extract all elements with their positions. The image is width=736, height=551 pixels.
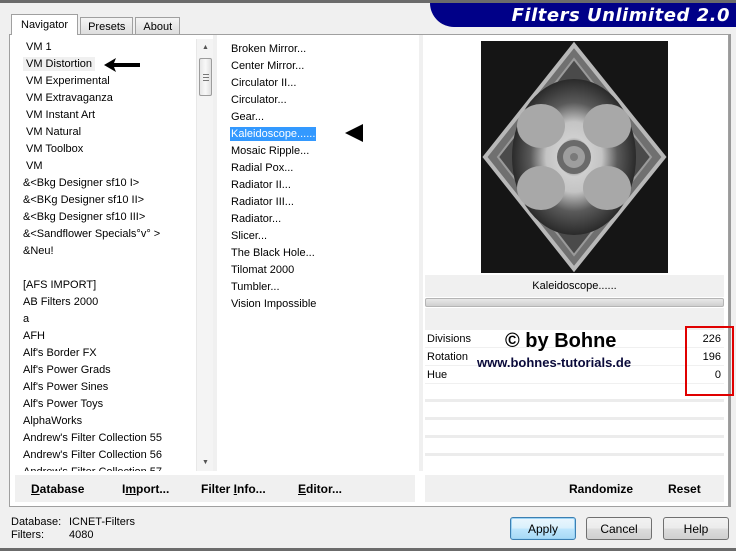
category-item[interactable]: VM Instant Art	[12, 107, 194, 124]
category-list[interactable]: VM 1 VM Distortion VM Experimental VM Extra…	[12, 39, 194, 471]
preview-button-bar: Randomize Reset	[425, 475, 724, 502]
filter-item[interactable]: Broken Mirror...	[228, 41, 413, 58]
preview-filter-name: Kaleidoscope......	[425, 275, 724, 297]
filter-item[interactable]: Radiator...	[228, 211, 413, 228]
app-banner: Filters Unlimited 2.0	[430, 3, 736, 27]
category-item[interactable]: Alf's Power Sines	[12, 379, 194, 396]
editor-button[interactable]: Editor...	[298, 482, 342, 496]
database-button[interactable]: Database	[31, 482, 84, 496]
filter-item[interactable]: Kaleidoscope......	[228, 126, 413, 143]
list-divider	[419, 35, 423, 471]
tab-bar: Navigator Presets About	[11, 14, 182, 35]
panel-shadow	[729, 34, 731, 507]
watermark-url: www.bohnes-tutorials.de	[477, 355, 632, 370]
category-item[interactable]: VM Natural	[12, 124, 194, 141]
category-item[interactable]: &<Bkg Designer sf10 I>	[12, 175, 194, 192]
help-button[interactable]: Help	[663, 517, 729, 540]
filter-item[interactable]: Slicer...	[228, 228, 413, 245]
category-item[interactable]: Andrew's Filter Collection 57	[12, 464, 194, 471]
list-divider	[213, 35, 217, 471]
database-label: Database:	[11, 516, 62, 528]
category-item[interactable]: &<BKg Designer sf10 II>	[12, 192, 194, 209]
filter-item[interactable]: Tumbler...	[228, 279, 413, 296]
filter-item[interactable]: Radial Pox...	[228, 160, 413, 177]
database-value: ICNET-Filters	[69, 516, 135, 528]
category-item[interactable]: &<Sandflower Specials°v° >	[12, 226, 194, 243]
param-label: Hue	[427, 369, 448, 381]
scroll-thumb[interactable]	[199, 58, 212, 96]
category-item[interactable]: Andrew's Filter Collection 55	[12, 430, 194, 447]
category-item[interactable]: VM Distortion	[12, 56, 194, 73]
status-area: Database: ICNET-Filters Filters: 4080	[11, 516, 135, 542]
tab-navigator[interactable]: Navigator	[11, 14, 79, 35]
param-row-empty	[425, 420, 724, 438]
param-label: Divisions	[427, 333, 472, 345]
category-item[interactable]: VM Experimental	[12, 73, 194, 90]
scroll-down-arrow-icon[interactable]: ▼	[197, 454, 214, 471]
filter-item[interactable]: Circulator II...	[228, 75, 413, 92]
filter-item[interactable]: The Black Hole...	[228, 245, 413, 262]
param-row-empty	[425, 438, 724, 456]
filter-item[interactable]: Tilomat 2000	[228, 262, 413, 279]
apply-button[interactable]: Apply	[510, 517, 576, 540]
filters-label: Filters:	[11, 529, 44, 541]
progress-bar	[425, 298, 724, 307]
category-item[interactable]: &<Bkg Designer sf10 III>	[12, 209, 194, 226]
tab-presets[interactable]: Presets	[80, 17, 134, 35]
highlight-box	[685, 326, 734, 396]
param-row-empty	[425, 402, 724, 420]
category-item[interactable]: &Neu!	[12, 243, 194, 260]
category-item[interactable]: Alf's Power Toys	[12, 396, 194, 413]
category-item[interactable]: AB Filters 2000	[12, 294, 194, 311]
category-item[interactable]: VM Extravaganza	[12, 90, 194, 107]
category-item[interactable]: Alf's Border FX	[12, 345, 194, 362]
category-item[interactable]: Andrew's Filter Collection 56	[12, 447, 194, 464]
filters-count: 4080	[69, 529, 94, 541]
category-item	[12, 260, 194, 277]
filter-item[interactable]: Circulator...	[228, 92, 413, 109]
pointer-arrow-icon	[104, 58, 140, 72]
pointer-triangle-icon	[345, 124, 363, 142]
category-item[interactable]: a	[12, 311, 194, 328]
category-item[interactable]: AlphaWorks	[12, 413, 194, 430]
filter-item[interactable]: Gear...	[228, 109, 413, 126]
category-scrollbar[interactable]: ▲ ▼	[196, 39, 213, 471]
navigator-button-bar: Database Import... Filter Info... Editor…	[15, 475, 415, 502]
filter-item[interactable]: Vision Impossible	[228, 296, 413, 313]
filter-item[interactable]: Mosaic Ripple...	[228, 143, 413, 160]
category-item[interactable]: AFH	[12, 328, 194, 345]
param-row-empty	[425, 384, 724, 402]
preview-image	[481, 41, 668, 273]
filter-item[interactable]: Radiator II...	[228, 177, 413, 194]
import-button[interactable]: Import...	[122, 482, 169, 496]
category-item[interactable]: VM 1	[12, 39, 194, 56]
app-title: Filters Unlimited 2.0	[511, 5, 730, 26]
filter-item[interactable]: Center Mirror...	[228, 58, 413, 75]
filter-item[interactable]: Radiator III...	[228, 194, 413, 211]
randomize-button[interactable]: Randomize	[569, 482, 633, 496]
preview-panel: Kaleidoscope...... Divisions 226 Rotation 1…	[424, 35, 726, 471]
category-item[interactable]: VM	[12, 158, 194, 175]
filter-info-button[interactable]: Filter Info...	[201, 482, 266, 496]
scroll-up-arrow-icon[interactable]: ▲	[197, 39, 214, 56]
category-item[interactable]: Alf's Power Grads	[12, 362, 194, 379]
grip-icon	[202, 73, 209, 81]
param-label: Rotation	[427, 351, 468, 363]
watermark-copyright: © by Bohne	[505, 330, 617, 352]
tab-about[interactable]: About	[135, 17, 181, 35]
category-item[interactable]: VM Toolbox	[12, 141, 194, 158]
filter-list[interactable]: Broken Mirror... Center Mirror... Circulat…	[228, 41, 413, 313]
reset-button[interactable]: Reset	[668, 482, 701, 496]
category-item[interactable]: [AFS IMPORT]	[12, 277, 194, 294]
cancel-button[interactable]: Cancel	[586, 517, 652, 540]
